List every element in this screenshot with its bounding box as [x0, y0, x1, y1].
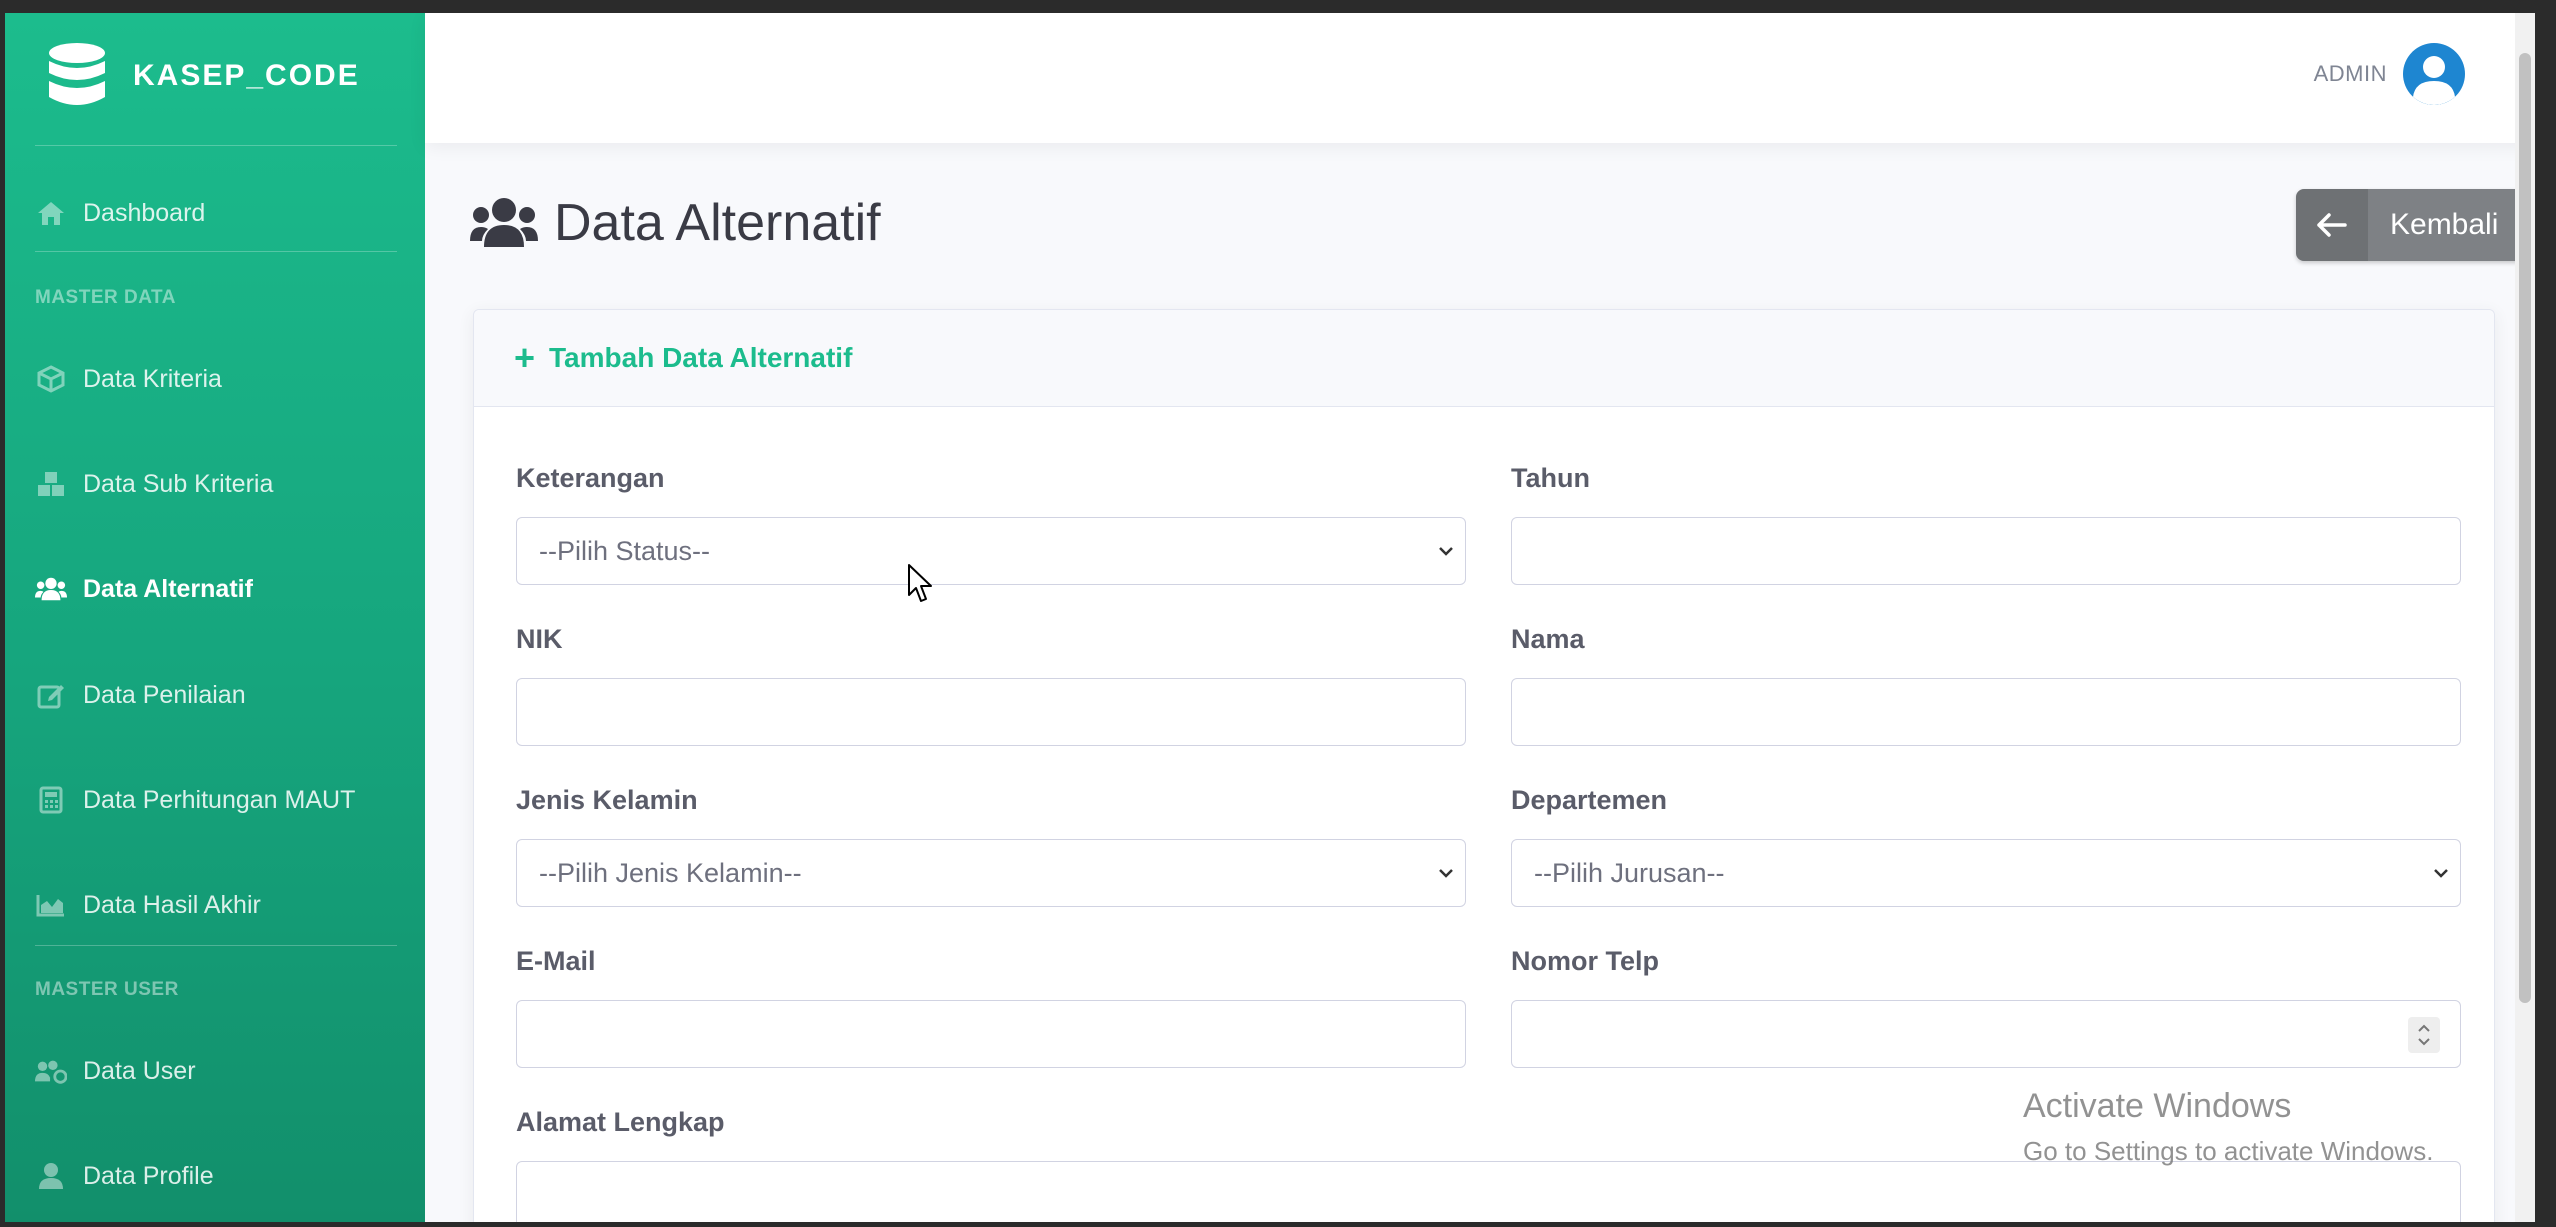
nomor-telp-label: Nomor Telp — [1511, 946, 1659, 976]
sidebar-item-data-sub-kriteria[interactable]: Data Sub Kriteria — [35, 464, 273, 504]
jenis-kelamin-value: --Pilih Jenis Kelamin-- — [539, 857, 802, 888]
watermark-title: Activate Windows — [2023, 1087, 2292, 1125]
user-menu[interactable]: ADMIN — [2314, 43, 2465, 105]
users-cog-icon — [35, 1055, 67, 1087]
brand[interactable]: KASEP_CODE — [45, 41, 360, 111]
nik-label: NIK — [516, 624, 563, 654]
windows-activation-watermark: Activate Windows Go to Settings to activ… — [2023, 1087, 2433, 1167]
departemen-label: Departemen — [1511, 785, 1668, 815]
sidebar-item-label: Data User — [83, 1056, 196, 1085]
sidebar-item-data-kriteria[interactable]: Data Kriteria — [35, 359, 222, 399]
sidebar-item-label: Data Profile — [83, 1161, 214, 1190]
sidebar-item-label: Data Hasil Akhir — [83, 890, 261, 919]
users-icon — [35, 573, 67, 605]
keterangan-label: Keterangan — [516, 463, 665, 493]
topbar: ADMIN — [425, 13, 2535, 143]
chart-area-icon — [35, 889, 67, 921]
plus-icon: + — [514, 337, 536, 378]
watermark-subtitle: Go to Settings to activate Windows. — [2023, 1136, 2434, 1166]
card-header: + Tambah Data Alternatif — [474, 310, 2494, 407]
sidebar-item-label: Data Perhitungan MAUT — [83, 785, 356, 814]
jenis-kelamin-label: Jenis Kelamin — [516, 785, 698, 815]
nama-input[interactable] — [1511, 678, 2461, 746]
email-input[interactable] — [516, 1000, 1466, 1068]
sidebar-item-label: Dashboard — [83, 198, 206, 227]
mouse-cursor-icon — [908, 564, 932, 602]
sidebar-item-data-profile[interactable]: Data Profile — [35, 1156, 214, 1196]
database-icon — [49, 43, 105, 105]
sidebar-item-label: Data Kriteria — [83, 364, 222, 393]
chevron-down-icon — [1439, 869, 1453, 878]
nomor-telp-input[interactable] — [1511, 1000, 2461, 1068]
sidebar-item-dashboard[interactable]: Dashboard — [35, 193, 205, 233]
scrollbar-thumb[interactable] — [2519, 53, 2531, 1003]
sidebar-item-data-user[interactable]: Data User — [35, 1051, 196, 1091]
sidebar-item-label: Data Sub Kriteria — [83, 469, 274, 498]
sidebar-heading-master-data: MASTER DATA — [35, 287, 176, 308]
arrow-left-icon — [2296, 189, 2368, 261]
cube-icon — [35, 363, 67, 395]
brand-name: KASEP_CODE — [133, 59, 360, 92]
sidebar: KASEP_CODE Dashboard MASTER DATA Data Kr… — [5, 13, 425, 1222]
page-title: Data Alternatif — [554, 194, 881, 252]
sidebar-divider — [35, 251, 397, 252]
user-circle-icon[interactable] — [2403, 43, 2465, 105]
tahun-label: Tahun — [1511, 463, 1590, 493]
chevron-down-icon — [2434, 869, 2448, 878]
edit-icon — [35, 679, 67, 711]
sidebar-item-data-perhitungan-maut[interactable]: Data Perhitungan MAUT — [35, 780, 355, 820]
departemen-select[interactable]: --Pilih Jurusan-- — [1511, 839, 2461, 907]
keterangan-value: --Pilih Status-- — [539, 535, 711, 566]
chevron-down-icon — [1439, 547, 1453, 556]
back-button[interactable]: Kembali — [2296, 189, 2524, 261]
sidebar-item-data-hasil-akhir[interactable]: Data Hasil Akhir — [35, 885, 261, 925]
calculator-icon — [35, 784, 67, 816]
sidebar-heading-master-user: MASTER USER — [35, 979, 179, 1000]
page-scrollbar[interactable] — [2515, 13, 2535, 1222]
sidebar-item-data-penilaian[interactable]: Data Penilaian — [35, 675, 246, 715]
keterangan-select[interactable]: --Pilih Status-- — [516, 517, 1466, 585]
home-icon — [35, 197, 67, 229]
nik-input[interactable] — [516, 678, 1466, 746]
user-name: ADMIN — [2313, 61, 2387, 86]
nama-label: Nama — [1511, 624, 1585, 654]
app-window: KASEP_CODE Dashboard MASTER DATA Data Kr… — [5, 13, 2535, 1222]
number-spinner[interactable] — [2408, 1017, 2440, 1053]
departemen-value: --Pilih Jurusan-- — [1534, 857, 1725, 888]
sidebar-divider — [35, 145, 397, 146]
page-heading: Data Alternatif — [470, 193, 881, 253]
email-label: E-Mail — [516, 946, 596, 976]
back-button-label: Kembali — [2390, 208, 2499, 241]
alamat-label: Alamat Lengkap — [516, 1107, 725, 1137]
sidebar-item-label: Data Alternatif — [83, 574, 253, 603]
cubes-icon — [35, 468, 67, 500]
tahun-input[interactable] — [1511, 517, 2461, 585]
sidebar-item-label: Data Penilaian — [83, 680, 246, 709]
sidebar-divider — [35, 945, 397, 946]
user-icon — [35, 1160, 67, 1192]
sidebar-item-data-alternatif[interactable]: Data Alternatif — [35, 569, 253, 609]
alamat-input[interactable] — [516, 1161, 2461, 1222]
jenis-kelamin-select[interactable]: --Pilih Jenis Kelamin-- — [516, 839, 1466, 907]
users-icon — [470, 198, 538, 247]
card-title: Tambah Data Alternatif — [549, 342, 853, 373]
form-card: + Tambah Data Alternatif Keterangan --Pi… — [473, 309, 2495, 1222]
